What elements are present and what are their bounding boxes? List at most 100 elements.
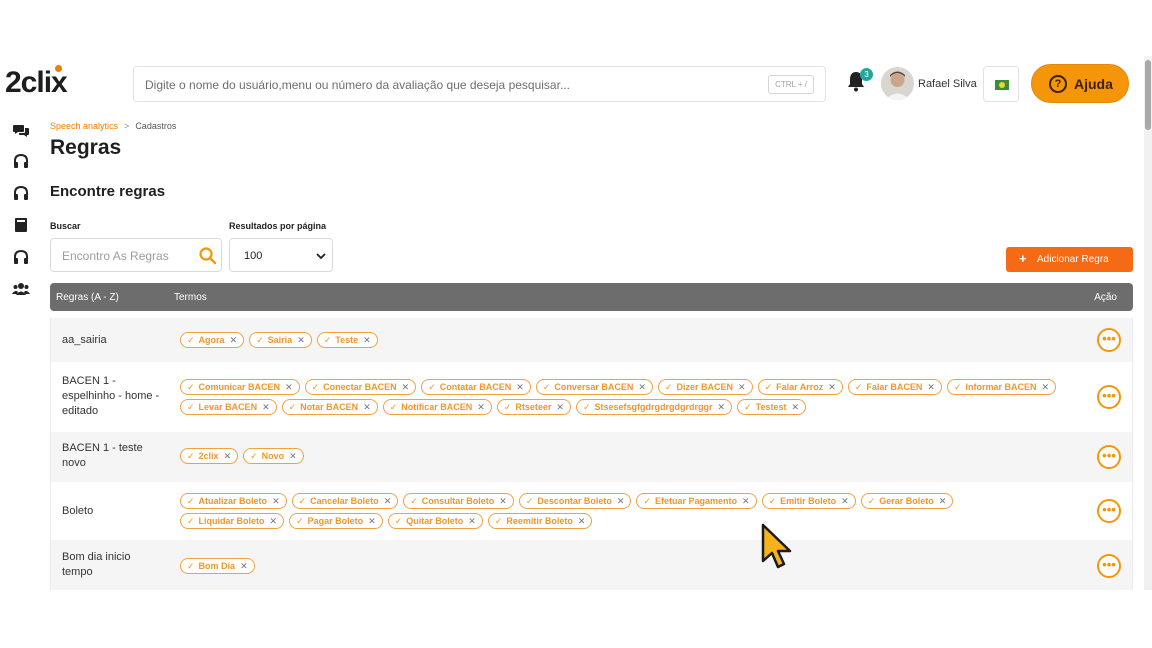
remove-icon[interactable]: ✕ xyxy=(285,382,293,393)
term-chip[interactable]: ✓ Stsesefsgfgdrgdrgdgrdrggr ✕ xyxy=(575,399,733,415)
remove-icon[interactable]: ✕ xyxy=(240,561,248,572)
remove-icon[interactable]: ✕ xyxy=(289,451,297,462)
term-chip[interactable]: ✓ Contatar BACEN ✕ xyxy=(421,379,531,395)
term-chip[interactable]: ✓ Agora ✕ xyxy=(180,332,245,348)
more-icon: ••• xyxy=(1102,502,1116,517)
term-chip[interactable]: ✓ Comunicar BACEN ✕ xyxy=(180,379,300,395)
check-icon: ✓ xyxy=(503,401,512,412)
term-chip[interactable]: ✓ Liquidar Boleto ✕ xyxy=(180,513,285,529)
remove-icon[interactable]: ✕ xyxy=(270,516,278,527)
term-chip[interactable]: ✓ Testest ✕ xyxy=(737,399,807,415)
remove-icon[interactable]: ✕ xyxy=(499,496,507,507)
term-chip[interactable]: ✓ Quitar Boleto ✕ xyxy=(387,513,483,529)
remove-icon[interactable]: ✕ xyxy=(939,496,947,507)
term-chip[interactable]: ✓ Notar BACEN ✕ xyxy=(281,399,378,415)
breadcrumb-link[interactable]: Speech analytics xyxy=(50,121,118,131)
remove-icon[interactable]: ✕ xyxy=(224,451,232,462)
term-chip[interactable]: ✓ Novo ✕ xyxy=(243,448,304,464)
remove-icon[interactable]: ✕ xyxy=(230,335,238,346)
term-chip[interactable]: ✓ Falar Arroz ✕ xyxy=(757,379,843,395)
term-chip[interactable]: ✓ Informar BACEN ✕ xyxy=(946,379,1057,395)
remove-icon[interactable]: ✕ xyxy=(738,382,746,393)
term-chip[interactable]: ✓ Reemitir Boleto ✕ xyxy=(487,513,593,529)
headphones-icon[interactable] xyxy=(12,152,30,170)
row-actions-button[interactable]: ••• xyxy=(1097,385,1121,409)
global-search-input[interactable]: Digite o nome do usuário,menu ou número … xyxy=(133,66,826,102)
column-header-action: Ação xyxy=(1094,292,1117,303)
remove-icon[interactable]: ✕ xyxy=(1042,382,1050,393)
term-chip[interactable]: ✓ Descontar Boleto ✕ xyxy=(518,493,632,509)
term-chip[interactable]: ✓ Cancelar Boleto ✕ xyxy=(291,493,399,509)
chat-icon[interactable] xyxy=(12,122,30,140)
headphones-icon[interactable] xyxy=(12,184,30,202)
remove-icon[interactable]: ✕ xyxy=(578,516,586,527)
remove-icon[interactable]: ✕ xyxy=(742,496,750,507)
term-chip[interactable]: ✓ Rtseteer ✕ xyxy=(496,399,571,415)
remove-icon[interactable]: ✕ xyxy=(638,382,646,393)
term-chip[interactable]: ✓ Teste ✕ xyxy=(316,332,378,348)
remove-icon[interactable]: ✕ xyxy=(828,382,836,393)
check-icon: ✓ xyxy=(744,401,752,412)
scrollbar-thumb[interactable] xyxy=(1145,60,1151,130)
search-icon[interactable] xyxy=(198,246,218,266)
add-rule-button-label: Adicionar Regra xyxy=(1037,254,1109,265)
term-chip[interactable]: ✓ Falar BACEN ✕ xyxy=(847,379,942,395)
remove-icon[interactable]: ✕ xyxy=(927,382,935,393)
term-label: 2clix xyxy=(198,451,219,461)
avatar[interactable] xyxy=(881,67,914,100)
column-header-rules[interactable]: Regras (A - Z) xyxy=(56,292,119,303)
rules-search-placeholder: Encontro As Regras xyxy=(62,249,169,263)
term-chip[interactable]: ✓ Notificar BACEN ✕ xyxy=(382,399,492,415)
add-rule-button[interactable]: + Adicionar Regra xyxy=(1006,247,1133,272)
notifications-button[interactable]: 3 xyxy=(846,68,873,94)
remove-icon[interactable]: ✕ xyxy=(363,335,371,346)
remove-icon[interactable]: ✕ xyxy=(272,496,280,507)
remove-icon[interactable]: ✕ xyxy=(617,496,625,507)
row-actions-button[interactable]: ••• xyxy=(1097,554,1121,578)
term-label: Emitir Boleto xyxy=(780,496,837,506)
remove-icon[interactable]: ✕ xyxy=(297,335,305,346)
remove-icon[interactable]: ✕ xyxy=(477,402,485,413)
logo[interactable]: 2clix xyxy=(5,65,68,100)
language-selector[interactable] xyxy=(983,66,1019,102)
book-icon[interactable] xyxy=(12,216,30,234)
term-label: Conectar BACEN xyxy=(323,382,397,392)
users-icon[interactable] xyxy=(12,280,30,298)
remove-icon[interactable]: ✕ xyxy=(718,402,726,413)
term-chip[interactable]: ✓ 2clix ✕ xyxy=(180,448,239,464)
term-chip[interactable]: ✓ Pagar Boleto ✕ xyxy=(289,513,383,529)
remove-icon[interactable]: ✕ xyxy=(791,402,799,413)
remove-icon[interactable]: ✕ xyxy=(556,402,564,413)
remove-icon[interactable]: ✕ xyxy=(841,496,849,507)
rules-search-input[interactable]: Encontro As Regras xyxy=(50,238,222,272)
remove-icon[interactable]: ✕ xyxy=(468,516,476,527)
remove-icon[interactable]: ✕ xyxy=(363,402,371,413)
row-actions-button[interactable]: ••• xyxy=(1097,328,1121,352)
remove-icon[interactable]: ✕ xyxy=(384,496,392,507)
help-button[interactable]: ? Ajuda xyxy=(1031,64,1129,103)
term-chip[interactable]: ✓ Consultar Boleto ✕ xyxy=(403,493,514,509)
remove-icon[interactable]: ✕ xyxy=(516,382,524,393)
term-chip[interactable]: ✓ Levar BACEN ✕ xyxy=(180,399,277,415)
term-chip[interactable]: ✓ Sairia ✕ xyxy=(249,332,312,348)
term-chip[interactable]: ✓ Atualizar Boleto ✕ xyxy=(180,493,287,509)
remove-icon[interactable]: ✕ xyxy=(368,516,376,527)
headphones-icon[interactable] xyxy=(12,248,30,266)
term-chip[interactable]: ✓ Dizer BACEN ✕ xyxy=(657,379,753,395)
check-icon: ✓ xyxy=(389,401,398,412)
row-actions-button[interactable]: ••• xyxy=(1097,499,1121,523)
term-chip[interactable]: ✓ Bom Dia ✕ xyxy=(180,558,255,574)
remove-icon[interactable]: ✕ xyxy=(262,402,270,413)
term-chip[interactable]: ✓ Efetuar Pagamento ✕ xyxy=(636,493,757,509)
page-scrollbar[interactable] xyxy=(1144,56,1152,590)
results-per-page-select[interactable]: 100 xyxy=(229,238,333,272)
term-chip[interactable]: ✓ Emitir Boleto ✕ xyxy=(761,493,856,509)
term-chip[interactable]: ✓ Conectar BACEN ✕ xyxy=(304,379,417,395)
remove-icon[interactable]: ✕ xyxy=(402,382,410,393)
section-title: Encontre regras xyxy=(50,183,166,200)
user-name[interactable]: Rafael Silva xyxy=(918,78,977,90)
term-chip[interactable]: ✓ Gerar Boleto ✕ xyxy=(860,493,954,509)
global-search-placeholder: Digite o nome do usuário,menu ou número … xyxy=(145,78,570,92)
row-actions-button[interactable]: ••• xyxy=(1097,445,1121,469)
term-chip[interactable]: ✓ Conversar BACEN ✕ xyxy=(535,379,653,395)
